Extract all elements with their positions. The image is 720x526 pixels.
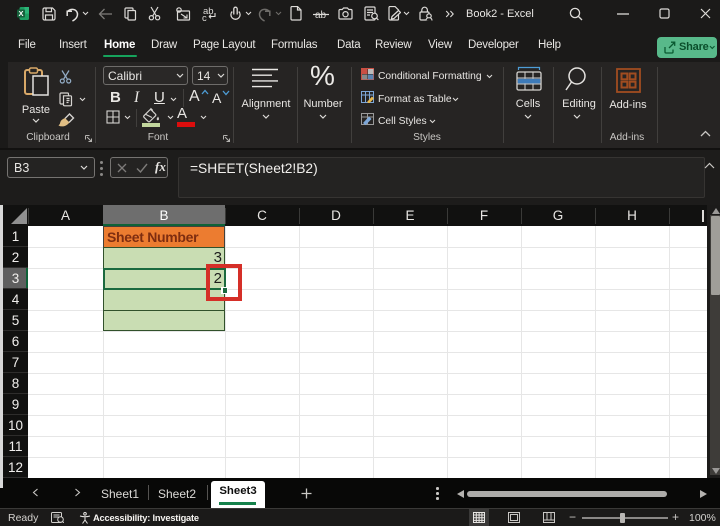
svg-text:c: c [202, 13, 207, 22]
svg-text:X: X [18, 9, 23, 18]
svg-text:ab: ab [315, 10, 327, 21]
